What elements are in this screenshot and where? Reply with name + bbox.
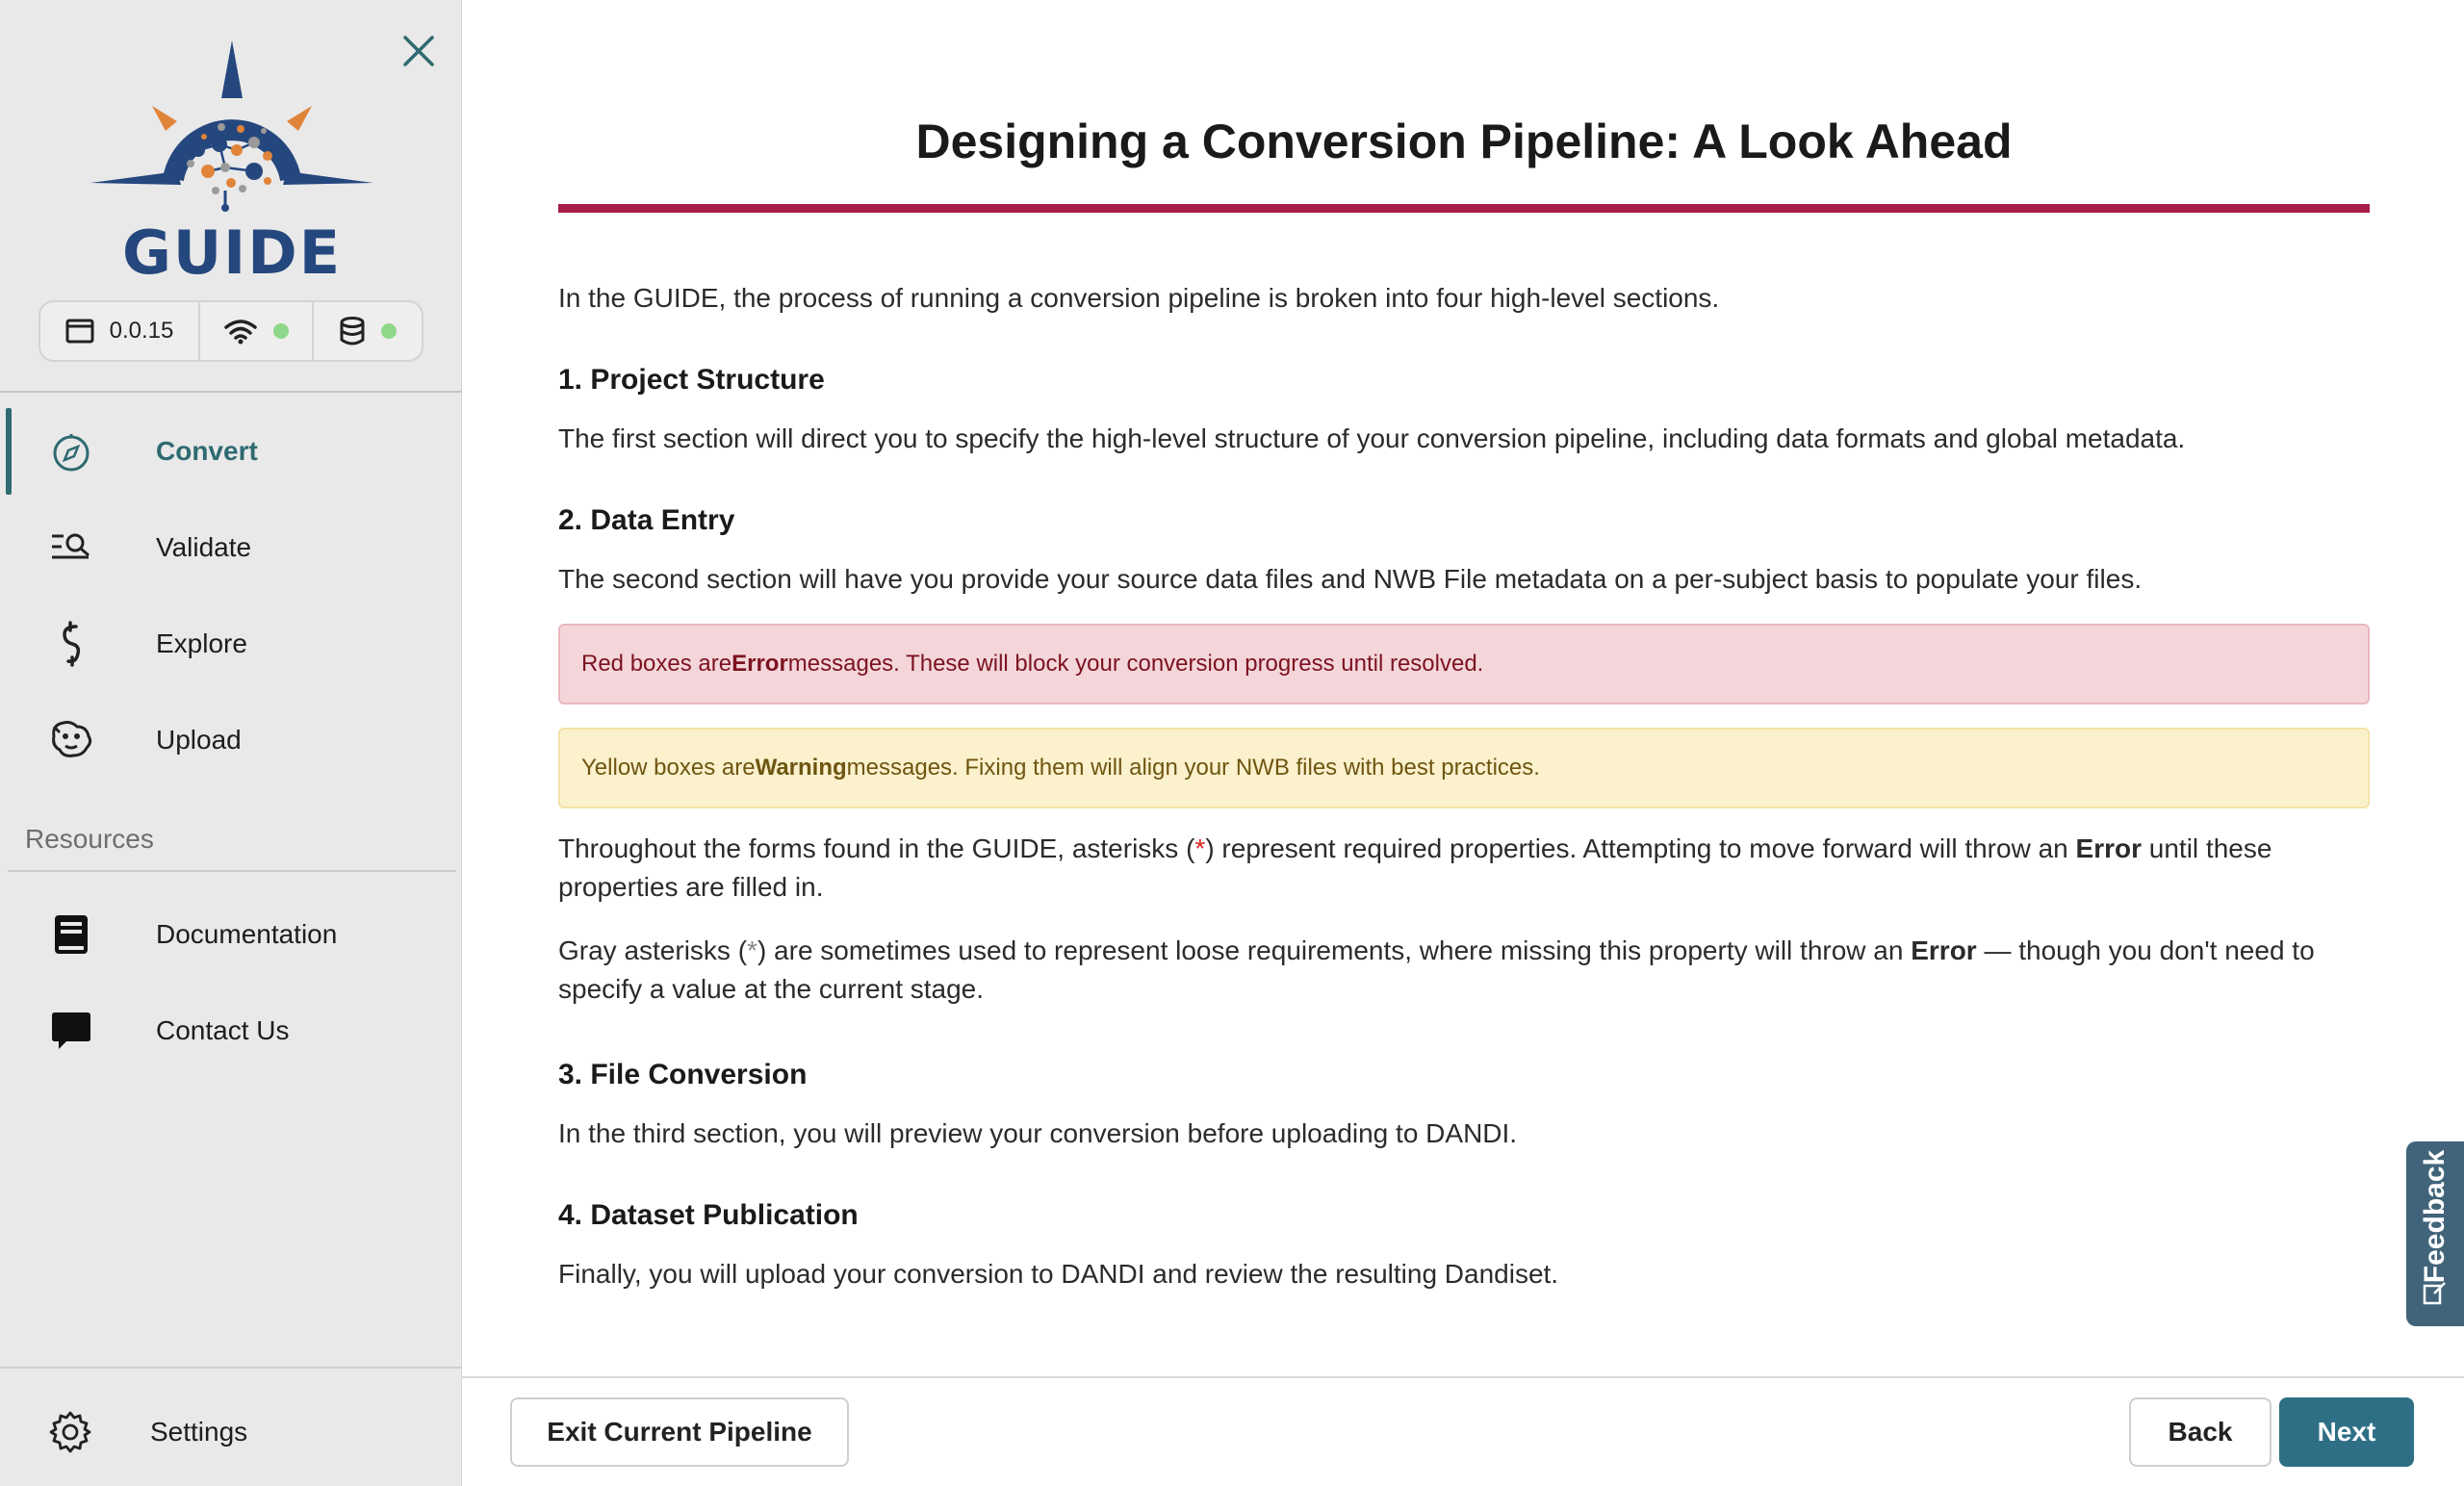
- required-asterisk-note: Throughout the forms found in the GUIDE,…: [558, 830, 2370, 907]
- warning-alert-keyword: Warning: [755, 755, 847, 781]
- section-body: In the third section, you will preview y…: [558, 1118, 1518, 1148]
- version-label: 0.0.15: [109, 318, 174, 344]
- sidebar-item-label: Documentation: [156, 919, 338, 949]
- sidebar-item-label: Contact Us: [156, 1015, 290, 1045]
- sidebar-item-documentation[interactable]: Documentation: [0, 891, 462, 978]
- guide-logo: GUIDE: [85, 37, 379, 288]
- page-title: Designing a Conversion Pipeline: A Look …: [915, 115, 2013, 168]
- book-icon: [46, 910, 96, 960]
- section-body: Finally, you will upload your conversion…: [558, 1259, 1559, 1289]
- title-rule: [558, 204, 2370, 213]
- settings-label: Settings: [150, 1417, 248, 1447]
- internet-status-dot: [273, 323, 289, 339]
- database-status-dot: [381, 323, 397, 339]
- error-keyword: Error: [1911, 935, 1977, 965]
- section-body: The second section will have you provide…: [558, 564, 2143, 594]
- exit-pipeline-button[interactable]: Exit Current Pipeline: [510, 1397, 849, 1467]
- back-button[interactable]: Back: [2129, 1397, 2272, 1467]
- sidebar-item-convert[interactable]: Convert: [0, 408, 462, 495]
- sidebar-item-label: Convert: [156, 436, 258, 466]
- sidebar-item-settings[interactable]: Settings: [0, 1390, 462, 1474]
- section-heading: 3. File Conversion: [558, 1059, 808, 1090]
- loose-requirement-note: Gray asterisks (*) are sometimes used to…: [558, 932, 2370, 1009]
- sidebar-item-validate[interactable]: Validate: [0, 504, 462, 591]
- intro-text: In the GUIDE, the process of running a c…: [558, 283, 1720, 313]
- logo-wordmark: GUIDE: [122, 218, 342, 279]
- version-status: 0.0.15: [40, 302, 198, 360]
- sidebar-item-contact-us[interactable]: Contact Us: [0, 987, 462, 1074]
- error-alert-keyword: Error: [732, 651, 788, 677]
- sidebar-divider: [0, 391, 462, 393]
- resources-divider: [8, 870, 456, 872]
- database-status: [312, 302, 422, 360]
- main-content: Designing a Conversion Pipeline: A Look …: [462, 0, 2464, 1376]
- warning-alert-prefix: Yellow boxes are: [581, 755, 756, 781]
- status-bar: 0.0.15: [38, 300, 424, 362]
- note-text: Gray asterisks (: [558, 935, 748, 965]
- window-icon: [65, 319, 94, 344]
- chat-bubble-icon: [46, 1006, 96, 1056]
- footer-divider: [462, 1376, 2464, 1378]
- feedback-label: Feedback: [2419, 1149, 2451, 1284]
- sidebar: GUIDE 0.0.15 Convert Validate Explore Up…: [0, 0, 462, 1486]
- database-icon: [340, 317, 365, 346]
- note-text: Throughout the forms found in the GUIDE,…: [558, 833, 1195, 863]
- wifi-icon: [224, 320, 257, 345]
- close-icon: [403, 36, 434, 66]
- error-alert-box: Red boxes are Error messages. These will…: [558, 624, 2370, 705]
- error-keyword: Error: [2075, 833, 2142, 863]
- error-alert-suffix: messages. These will block your conversi…: [787, 651, 1484, 677]
- sidebar-item-upload[interactable]: Upload: [0, 697, 462, 783]
- note-text: ) represent required properties. Attempt…: [1205, 833, 2076, 863]
- feedback-tab[interactable]: Feedback: [2406, 1141, 2464, 1326]
- feedback-edit-icon: [2423, 1282, 2446, 1305]
- sidebar-item-label: Explore: [156, 628, 247, 658]
- section-heading: 1. Project Structure: [558, 364, 825, 396]
- gear-icon: [46, 1408, 94, 1456]
- list-search-icon: [46, 523, 96, 573]
- resources-heading: Resources: [25, 824, 154, 854]
- error-alert-prefix: Red boxes are: [581, 651, 732, 677]
- gray-asterisk: *: [747, 935, 757, 965]
- sidebar-item-label: Validate: [156, 532, 252, 562]
- section-body: The first section will direct you to spe…: [558, 423, 2186, 453]
- compass-icon: [46, 426, 96, 476]
- required-asterisk: *: [1194, 833, 1206, 863]
- note-text: ) are sometimes used to represent loose …: [757, 935, 1912, 965]
- section-heading: 4. Dataset Publication: [558, 1199, 859, 1231]
- sidebar-item-label: Upload: [156, 725, 242, 755]
- section-heading: 2. Data Entry: [558, 504, 735, 536]
- content-body: In the GUIDE, the process of running a c…: [558, 279, 2370, 1294]
- sidebar-item-explore[interactable]: Explore: [0, 601, 462, 687]
- dandi-upload-icon: [46, 715, 96, 765]
- hook-icon: [46, 619, 96, 669]
- settings-divider: [0, 1367, 462, 1369]
- internet-status: [198, 302, 312, 360]
- warning-alert-suffix: messages. Fixing them will align your NW…: [846, 755, 1540, 781]
- next-button[interactable]: Next: [2279, 1397, 2414, 1467]
- close-sidebar-button[interactable]: [397, 29, 441, 73]
- warning-alert-box: Yellow boxes are Warning messages. Fixin…: [558, 728, 2370, 808]
